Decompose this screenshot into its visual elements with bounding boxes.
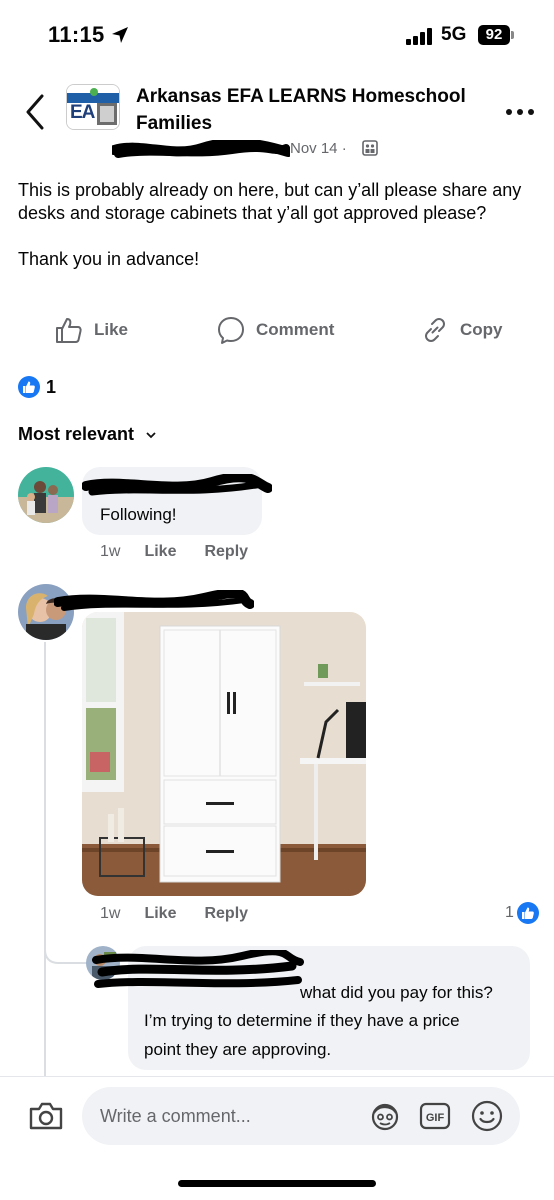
signal-icon <box>406 27 432 45</box>
reply-text-line: I’m trying to determine if they have a p… <box>144 1011 460 1030</box>
status-time: 11:15 <box>48 22 105 47</box>
group-avatar[interactable]: EA <box>66 84 120 130</box>
comment-input-box[interactable]: GIF <box>82 1087 520 1145</box>
comment-photo-cabinet[interactable] <box>82 612 366 896</box>
comment-like-link[interactable]: Like <box>144 905 176 923</box>
redacted-author-scribble <box>112 140 290 158</box>
comment-reply-link[interactable]: Reply <box>204 543 248 561</box>
thumbs-up-icon <box>56 318 82 343</box>
location-arrow-icon <box>112 27 128 43</box>
link-icon <box>425 318 445 342</box>
network-label: 5G <box>441 24 467 45</box>
back-chevron-icon[interactable] <box>20 92 50 132</box>
svg-text:GIF: GIF <box>426 1112 445 1124</box>
group-avatar-text: EA <box>70 102 95 123</box>
reply-text-line: point they are approving. <box>144 1040 332 1059</box>
battery-icon: 92 <box>478 25 510 45</box>
like-button[interactable]: Like <box>54 312 128 348</box>
redacted-name-scribble <box>82 474 272 496</box>
commenter-photo <box>18 467 74 523</box>
reaction-count: 1 <box>46 376 57 397</box>
post-date: Nov 14 · <box>290 140 347 157</box>
comment-text: Following! <box>100 505 177 524</box>
cabinet-image <box>82 612 366 896</box>
battery-tip <box>511 31 514 39</box>
more-options-icon[interactable] <box>504 102 536 122</box>
comment-time: 1w <box>100 543 121 560</box>
comment-reaction-summary[interactable]: 1 <box>505 902 539 924</box>
chevron-down-icon <box>146 431 156 438</box>
post-body: This is probably already on here, but ca… <box>18 179 538 271</box>
comment-bubble-icon <box>218 317 244 344</box>
avatar[interactable] <box>18 467 74 523</box>
status-bar: 11:15 5G 92 <box>0 0 554 70</box>
sort-dropdown[interactable]: Most relevant <box>18 424 156 445</box>
post-paragraph: Thank you in advance! <box>18 249 200 269</box>
comment-reaction-count: 1 <box>505 904 514 921</box>
sort-label: Most relevant <box>18 424 135 444</box>
avatar-sticker-icon[interactable] <box>368 1099 402 1133</box>
redacted-name-scribble <box>92 950 304 988</box>
copy-label: Copy <box>460 320 503 339</box>
comment-label: Comment <box>256 320 335 339</box>
group-name[interactable]: Arkansas EFA LEARNS Homeschool Families <box>136 83 476 137</box>
reply-connector <box>44 930 90 964</box>
post-paragraph: This is probably already on here, but ca… <box>18 180 522 223</box>
reply-text-line: what did you pay for this? <box>300 983 493 1002</box>
post-actions: Like Comment Copy <box>0 312 554 352</box>
comment-input[interactable] <box>100 1100 360 1132</box>
emoji-icon[interactable] <box>470 1099 504 1133</box>
like-label: Like <box>94 320 129 339</box>
copy-button[interactable]: Copy <box>420 312 503 348</box>
comment-button[interactable]: Comment <box>216 312 334 348</box>
group-privacy-icon <box>362 140 378 156</box>
like-reaction-icon <box>18 376 40 398</box>
comment-like-link[interactable]: Like <box>144 543 176 561</box>
like-reaction-icon <box>516 902 539 924</box>
gif-icon[interactable]: GIF <box>418 1099 452 1133</box>
comment-meta: 1w Like Reply <box>100 543 276 561</box>
home-indicator <box>178 1180 376 1187</box>
reaction-summary[interactable]: 1 <box>18 375 56 399</box>
comment-time: 1w <box>100 905 121 922</box>
camera-icon[interactable] <box>28 1101 64 1131</box>
thread-line <box>44 642 46 1080</box>
comment-reply-link[interactable]: Reply <box>204 905 248 923</box>
comment-meta: 1w Like Reply <box>100 905 276 923</box>
